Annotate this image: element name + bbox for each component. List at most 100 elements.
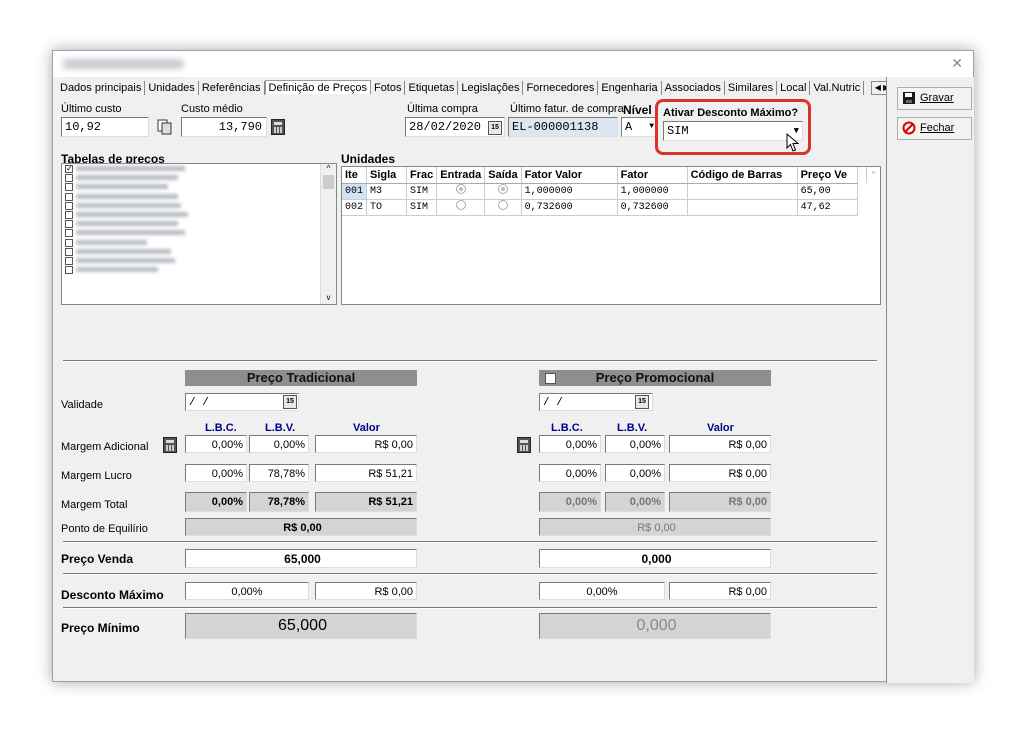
cell-barras[interactable] [687, 199, 798, 216]
dropdown-arrow-icon[interactable]: ▼ [649, 118, 654, 136]
margem-adicional-valor[interactable]: R$ 0,00 [315, 435, 417, 453]
tab-1[interactable]: Unidades [145, 81, 199, 95]
cell-fator_valor[interactable]: 0,732600 [521, 199, 618, 216]
tab-9[interactable]: Associados [662, 81, 725, 95]
column-header[interactable]: Sigla [366, 167, 408, 184]
checkbox[interactable] [65, 220, 73, 229]
calendar-icon[interactable]: 15 [635, 395, 649, 409]
preco-venda-field[interactable]: 65,000 [185, 549, 417, 568]
list-item[interactable] [62, 210, 336, 219]
promo-margem-adicional-lbc[interactable]: 0,00% [539, 435, 601, 453]
cell-fator[interactable]: 0,732600 [617, 199, 688, 216]
list-item[interactable] [62, 173, 336, 183]
cell-fator[interactable]: 1,000000 [617, 183, 688, 200]
tab-8[interactable]: Engenharia [598, 81, 662, 95]
tabelas-list[interactable]: ✓ ^ v [61, 163, 337, 305]
column-header[interactable]: Preço Ve [797, 167, 858, 184]
checkbox[interactable] [65, 238, 73, 247]
cell-saida[interactable] [484, 199, 522, 216]
scroll-up-arrow[interactable]: ^ [321, 164, 336, 173]
tab-6[interactable]: Legislações [458, 81, 524, 95]
radio-entrada[interactable] [455, 184, 466, 194]
list-item[interactable] [62, 201, 336, 210]
cell-fator_valor[interactable]: 1,000000 [521, 183, 618, 200]
cell-frac[interactable]: SIM [406, 183, 438, 200]
promo-desconto-maximo-valor[interactable]: R$ 0,00 [669, 582, 771, 600]
promo-margem-lucro-valor[interactable]: R$ 0,00 [669, 464, 771, 482]
list-item[interactable] [62, 192, 336, 201]
checkbox[interactable] [65, 229, 73, 238]
radio-saida[interactable] [497, 200, 508, 210]
margem-lucro-valor[interactable]: R$ 51,21 [315, 464, 417, 482]
cell-preco[interactable]: 65,00 [797, 183, 858, 200]
cell-sigla[interactable]: TO [366, 199, 408, 216]
column-header[interactable]: Fator Valor [521, 167, 618, 184]
checkbox[interactable] [65, 266, 73, 275]
tab-10[interactable]: Similares [725, 81, 778, 95]
list-item[interactable] [62, 247, 336, 256]
tab-11[interactable]: Local [777, 81, 811, 95]
tab-5[interactable]: Etiquetas [405, 81, 459, 95]
scroll-thumb[interactable] [323, 175, 334, 189]
scroll-down-arrow[interactable]: v [321, 293, 336, 302]
calendar-icon[interactable]: 15 [488, 121, 502, 135]
cell-preco[interactable]: 47,62 [797, 199, 858, 216]
margem-lucro-lbv[interactable]: 78,78% [249, 464, 309, 482]
list-item[interactable] [62, 238, 336, 247]
list-item[interactable]: ✓ [62, 164, 336, 173]
calendar-icon[interactable]: 15 [283, 395, 297, 409]
list-item[interactable] [62, 265, 336, 275]
validade-tradicional-field[interactable]: / / [185, 393, 299, 411]
promo-margem-lucro-lbc[interactable]: 0,00% [539, 464, 601, 482]
nivel-select[interactable]: A ▼ [621, 117, 657, 137]
list-item[interactable] [62, 182, 336, 192]
list-item[interactable] [62, 256, 336, 265]
promocional-checkbox[interactable] [545, 373, 556, 384]
calculator-icon[interactable] [517, 437, 531, 453]
list-item[interactable] [62, 219, 336, 229]
tab-0[interactable]: Dados principais [57, 81, 146, 95]
cell-ite[interactable]: 001 [342, 183, 368, 200]
list-item[interactable] [62, 228, 336, 238]
calculator-icon[interactable] [271, 119, 285, 135]
tab-7[interactable]: Fornecedores [523, 81, 599, 95]
promo-margem-adicional-lbv[interactable]: 0,00% [605, 435, 665, 453]
desconto-maximo-pct[interactable]: 0,00% [185, 582, 309, 600]
cell-entrada[interactable] [436, 199, 486, 216]
table-row[interactable]: 002 TO SIM 0,732600 0,732600 47,62 [342, 199, 858, 216]
checkbox[interactable] [65, 174, 73, 183]
tab-4[interactable]: Fotos [371, 81, 406, 95]
close-icon[interactable]: ✕ [951, 55, 963, 72]
checkbox[interactable] [65, 192, 73, 201]
save-button[interactable]: Gravar [897, 87, 972, 110]
copy-icon[interactable] [157, 119, 173, 135]
cell-barras[interactable] [687, 183, 798, 200]
cell-saida[interactable] [484, 183, 522, 200]
column-header[interactable]: Ite [342, 167, 368, 184]
checkbox[interactable] [65, 201, 73, 210]
promo-margem-adicional-valor[interactable]: R$ 0,00 [669, 435, 771, 453]
tab-3[interactable]: Definição de Preços [264, 80, 371, 94]
custo-medio-field[interactable]: 13,790 [181, 117, 267, 137]
ultimo-custo-field[interactable]: 10,92 [61, 117, 149, 137]
table-row[interactable]: 001 M3 SIM 1,000000 1,000000 65,00 [342, 183, 858, 200]
radio-saida[interactable] [497, 184, 508, 194]
promo-desconto-maximo-pct[interactable]: 0,00% [539, 582, 665, 600]
tab-2[interactable]: Referências [199, 81, 265, 95]
radio-entrada[interactable] [455, 200, 466, 210]
margem-adicional-lbv[interactable]: 0,00% [249, 435, 309, 453]
column-header[interactable]: Fator [617, 167, 688, 184]
promo-preco-venda-field[interactable]: 0,000 [539, 549, 771, 568]
checkbox[interactable] [65, 256, 73, 265]
column-header[interactable]: Código de Barras [687, 167, 798, 184]
scroll-up-arrow[interactable]: ^ [866, 167, 880, 183]
close-button[interactable]: Fechar [897, 117, 972, 140]
margem-lucro-lbc[interactable]: 0,00% [185, 464, 247, 482]
cell-sigla[interactable]: M3 [366, 183, 408, 200]
cell-frac[interactable]: SIM [406, 199, 438, 216]
cell-entrada[interactable] [436, 183, 486, 200]
column-header[interactable]: Saída [484, 167, 522, 184]
cell-ite[interactable]: 002 [342, 199, 368, 216]
calculator-icon[interactable] [163, 437, 177, 453]
promo-margem-lucro-lbv[interactable]: 0,00% [605, 464, 665, 482]
